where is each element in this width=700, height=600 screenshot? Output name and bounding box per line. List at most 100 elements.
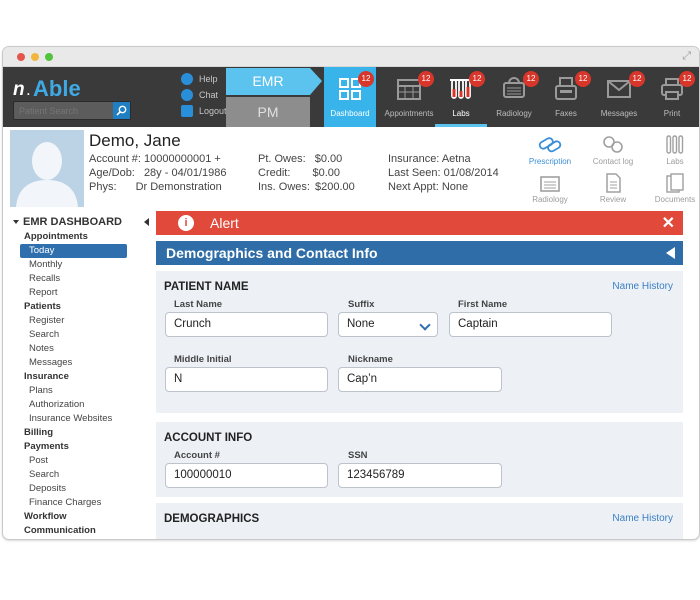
sidebar-item-messages[interactable]: Messages bbox=[3, 356, 153, 370]
labs-action[interactable]: Labs bbox=[645, 135, 699, 166]
avatar bbox=[10, 130, 84, 207]
sidebar-item-plans[interactable]: Plans bbox=[3, 384, 153, 398]
chat-link[interactable]: Chat bbox=[181, 87, 227, 103]
patient-search bbox=[13, 101, 131, 120]
nickname-field[interactable]: Cap’n bbox=[338, 367, 502, 392]
name-history-link[interactable]: Name History bbox=[612, 281, 673, 292]
pt-owes-value: $0.00 bbox=[314, 153, 343, 165]
collapse-icon[interactable] bbox=[666, 247, 675, 259]
sidebar-section-payments[interactable]: Payments bbox=[3, 440, 153, 454]
suffix-label: Suffix bbox=[348, 299, 375, 310]
nav-labs[interactable]: 12 Labs bbox=[435, 67, 487, 127]
minimize-window-button[interactable] bbox=[31, 53, 39, 61]
envelope-icon bbox=[607, 80, 631, 98]
patient-search-input[interactable] bbox=[14, 102, 112, 119]
logout-link[interactable]: Logout bbox=[181, 103, 227, 119]
sidebar: EMR DASHBOARD Appointments Today Monthly… bbox=[3, 215, 153, 538]
sidebar-item-finance-charges[interactable]: Finance Charges bbox=[3, 496, 153, 510]
ssn-field[interactable]: 123456789 bbox=[338, 463, 502, 488]
sidebar-section-appointments[interactable]: Appointments bbox=[3, 230, 153, 244]
sidebar-item-notes[interactable]: Notes bbox=[3, 342, 153, 356]
demographics-name-history-link[interactable]: Name History bbox=[612, 513, 673, 524]
nav-faxes[interactable]: 12 Faxes bbox=[541, 67, 591, 127]
sidebar-item-insurance-websites[interactable]: Insurance Websites bbox=[3, 412, 153, 426]
faxes-badge: 12 bbox=[575, 71, 591, 87]
svg-text:Able: Able bbox=[33, 76, 81, 101]
alert-bar[interactable]: i Alert ✕ bbox=[156, 211, 683, 235]
sidebar-item-monthly[interactable]: Monthly bbox=[3, 258, 153, 272]
close-icon[interactable]: ✕ bbox=[662, 213, 675, 233]
nav-dashboard-label: Dashboard bbox=[330, 109, 370, 118]
labs-badge: 12 bbox=[469, 71, 485, 87]
sidebar-item-payment-search[interactable]: Search bbox=[3, 468, 153, 482]
contact-log-action[interactable]: Contact log bbox=[583, 135, 643, 166]
emr-tab[interactable]: EMR bbox=[226, 68, 310, 95]
chat-icon bbox=[181, 89, 193, 101]
nav-radiology[interactable]: 12 Radiology bbox=[487, 67, 541, 127]
radiology-icon bbox=[540, 176, 560, 192]
sidebar-item-recalls[interactable]: Recalls bbox=[3, 272, 153, 286]
account-number-field[interactable]: 100000010 bbox=[165, 463, 328, 488]
prescription-label: Prescription bbox=[528, 157, 572, 166]
close-window-button[interactable] bbox=[17, 53, 25, 61]
fullscreen-icon[interactable]: ⤢ bbox=[682, 50, 691, 63]
nav-dashboard[interactable]: 12 Dashboard bbox=[324, 67, 376, 127]
radiology-action[interactable]: Radiology bbox=[520, 173, 580, 204]
sidebar-section-workflow[interactable]: Workflow bbox=[3, 510, 153, 524]
pm-tab[interactable]: PM bbox=[226, 97, 310, 127]
patient-id-block: Account #: 10000000001 + Age/Dob: 28y - … bbox=[89, 152, 227, 194]
insurance-value: Aetna bbox=[441, 153, 471, 165]
sidebar-item-deposits[interactable]: Deposits bbox=[3, 482, 153, 496]
nickname-label: Nickname bbox=[348, 354, 393, 365]
middle-initial-field[interactable]: N bbox=[165, 367, 328, 392]
nav-print[interactable]: 12 Print bbox=[647, 67, 697, 127]
first-name-field[interactable]: Captain bbox=[449, 312, 612, 337]
sidebar-section-billing[interactable]: Billing bbox=[3, 426, 153, 440]
sidebar-section-patients[interactable]: Patients bbox=[3, 300, 153, 314]
sidebar-item-authorization[interactable]: Authorization bbox=[3, 398, 153, 412]
sidebar-item-today[interactable]: Today bbox=[20, 244, 127, 258]
section-header: Demographics and Contact Info bbox=[156, 241, 683, 265]
chevron-down-icon bbox=[419, 319, 431, 331]
document-icon bbox=[606, 173, 621, 193]
nav-appointments[interactable]: 12 Appointments bbox=[378, 67, 440, 127]
credit-label: Credit: bbox=[258, 167, 291, 179]
dashboard-badge: 12 bbox=[358, 71, 374, 87]
help-link[interactable]: Help bbox=[181, 71, 227, 87]
maximize-window-button[interactable] bbox=[45, 53, 53, 61]
account-label: Account #: bbox=[89, 153, 141, 165]
nav-messages[interactable]: 12 Messages bbox=[591, 67, 647, 127]
review-label: Review bbox=[599, 195, 627, 204]
suffix-select[interactable]: None bbox=[338, 312, 438, 337]
patient-name-panel: PATIENT NAME Name History Last Name Crun… bbox=[156, 271, 683, 413]
last-seen-label: Last Seen: bbox=[388, 167, 441, 179]
next-appt-label: Next Appt: bbox=[388, 181, 439, 193]
top-navbar: n . Able Help Chat Logout EMR PM 12 Dash… bbox=[3, 67, 699, 127]
account-value[interactable]: 10000000001 + bbox=[144, 153, 221, 165]
sidebar-title[interactable]: EMR DASHBOARD bbox=[3, 215, 153, 230]
pills-icon bbox=[538, 137, 562, 153]
sidebar-section-communication[interactable]: Communication bbox=[3, 524, 153, 538]
documents-label: Documents bbox=[654, 195, 696, 204]
sidebar-item-search[interactable]: Search bbox=[3, 328, 153, 342]
documents-action[interactable]: Documents bbox=[645, 173, 699, 204]
sidebar-item-report[interactable]: Report bbox=[3, 286, 153, 300]
prescription-action[interactable]: Prescription bbox=[520, 135, 580, 166]
sidebar-item-post[interactable]: Post bbox=[3, 454, 153, 468]
age-label: Age/Dob: bbox=[89, 167, 135, 179]
documents-icon bbox=[666, 173, 684, 193]
review-action[interactable]: Review bbox=[583, 173, 643, 204]
info-icon: i bbox=[178, 215, 194, 231]
last-name-field[interactable]: Crunch bbox=[165, 312, 328, 337]
sidebar-section-insurance[interactable]: Insurance bbox=[3, 370, 153, 384]
patient-balance-block: Pt. Owes: $0.00 Credit: $0.00 Ins. Owes:… bbox=[258, 152, 355, 194]
pt-owes-label: Pt. Owes: bbox=[258, 153, 306, 165]
sidebar-item-register[interactable]: Register bbox=[3, 314, 153, 328]
demographics-title: DEMOGRAPHICS bbox=[164, 513, 260, 525]
last-seen-value: 01/08/2014 bbox=[443, 167, 499, 179]
next-appt-value: None bbox=[441, 181, 469, 193]
radiology-badge: 12 bbox=[523, 71, 539, 87]
svg-text:.: . bbox=[26, 80, 31, 99]
search-button[interactable] bbox=[113, 102, 130, 119]
middle-initial-label: Middle Initial bbox=[174, 354, 232, 365]
